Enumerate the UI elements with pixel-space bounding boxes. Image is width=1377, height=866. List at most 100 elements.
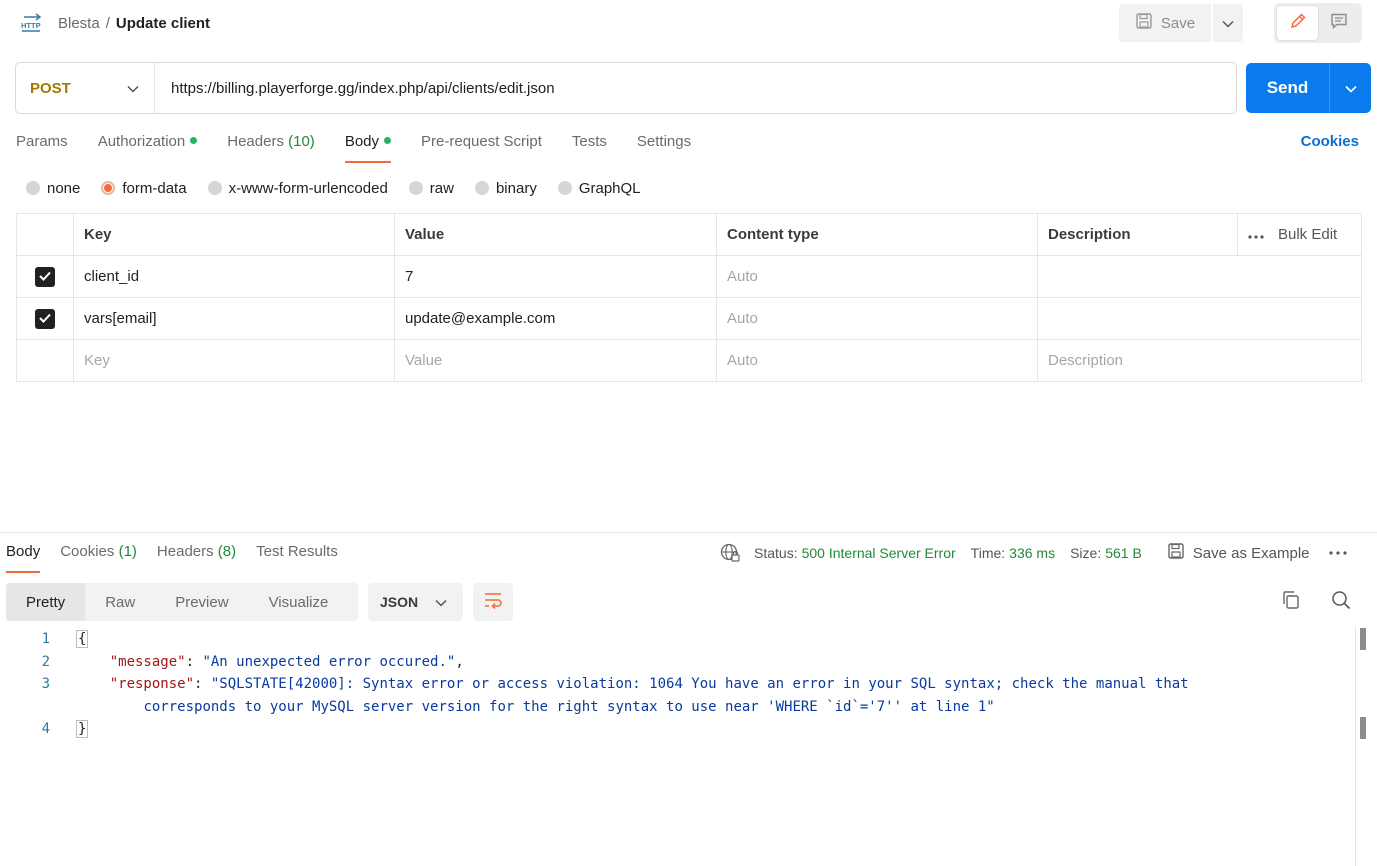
content-type-cell[interactable]: Auto: [716, 297, 1038, 340]
send-options-button[interactable]: [1330, 63, 1371, 113]
value-cell[interactable]: 7: [394, 255, 717, 298]
response-tab-headers[interactable]: Headers (8): [157, 541, 236, 573]
url-bar: POST: [15, 62, 1237, 114]
top-bar: HTTP Blesta / Update client Save: [0, 0, 1377, 48]
save-options-button[interactable]: [1213, 4, 1243, 42]
description-placeholder[interactable]: Description: [1037, 339, 1362, 382]
response-tab-cookies[interactable]: Cookies (1): [60, 541, 137, 573]
save-button[interactable]: Save: [1119, 4, 1211, 42]
radio-button[interactable]: [408, 181, 423, 195]
tab-body[interactable]: Body: [344, 131, 392, 163]
save-label: Save: [1160, 14, 1196, 32]
body-type-raw[interactable]: raw: [408, 179, 454, 197]
save-icon: [1135, 12, 1153, 34]
content-type-cell[interactable]: Auto: [716, 255, 1038, 298]
column-header-content-type: Content type: [716, 213, 1038, 256]
method-select[interactable]: POST: [16, 63, 155, 113]
close-brace: }: [76, 720, 89, 738]
table-row: client_id 7 Auto: [16, 255, 1362, 298]
line-number: 3: [41, 676, 50, 692]
request-title[interactable]: Update client: [116, 15, 210, 32]
tab-prerequest-script[interactable]: Pre-request Script: [421, 131, 542, 163]
response-divider[interactable]: [0, 532, 1377, 533]
tab-params[interactable]: Params: [16, 131, 68, 163]
tab-settings[interactable]: Settings: [637, 131, 691, 163]
line-number: 4: [41, 721, 50, 737]
response-tab-test-results[interactable]: Test Results: [256, 541, 338, 573]
radio-button-selected[interactable]: [101, 181, 116, 195]
row-checkbox[interactable]: [35, 308, 55, 329]
radio-button[interactable]: [207, 181, 222, 195]
key-cell[interactable]: vars[email]: [73, 297, 395, 340]
tab-authorization[interactable]: Authorization: [98, 131, 198, 163]
response-tab-test-results-label: Test Results: [256, 543, 338, 560]
row-checkbox[interactable]: [35, 266, 55, 287]
http-request-icon: HTTP: [20, 13, 44, 35]
scrollbar-marker[interactable]: [1360, 628, 1366, 650]
view-preview[interactable]: Preview: [155, 583, 248, 621]
radio-button[interactable]: [26, 181, 40, 195]
body-type-form-data[interactable]: form-data: [101, 180, 187, 197]
response-tab-body[interactable]: Body: [6, 541, 41, 573]
body-type-graphql[interactable]: GraphQL: [557, 179, 641, 197]
tab-tests[interactable]: Tests: [572, 131, 607, 163]
tab-authorization-label: Authorization: [97, 133, 186, 150]
tab-settings-label: Settings: [636, 133, 692, 150]
edit-mode-button[interactable]: [1277, 6, 1318, 40]
url-input[interactable]: [155, 63, 1236, 113]
open-brace: {: [76, 630, 89, 648]
body-type-raw-label: raw: [429, 179, 454, 197]
copy-button[interactable]: [1280, 591, 1302, 613]
size-value[interactable]: 561 B: [1105, 545, 1142, 561]
json-string: "SQLSTATE[42000]: Syntax error or access…: [210, 676, 1189, 692]
format-select[interactable]: JSON: [368, 583, 463, 621]
description-cell[interactable]: [1037, 297, 1362, 340]
value-placeholder[interactable]: Value: [394, 339, 717, 382]
comment-icon: [1330, 12, 1348, 34]
key-placeholder[interactable]: Key: [73, 339, 395, 382]
search-button[interactable]: [1330, 591, 1352, 613]
active-indicator-dot: [190, 137, 198, 144]
wrap-lines-icon: [483, 591, 503, 613]
status-value[interactable]: 500 Internal Server Error: [802, 545, 956, 561]
content-type-placeholder[interactable]: Auto: [716, 339, 1038, 382]
comments-mode-button[interactable]: [1318, 6, 1359, 40]
row-checkbox-cell: [16, 339, 74, 382]
key-cell[interactable]: client_id: [73, 255, 395, 298]
response-tab-body-label: Body: [6, 543, 41, 560]
send-button[interactable]: Send: [1246, 63, 1330, 113]
value-cell[interactable]: update@example.com: [394, 297, 717, 340]
method-label: POST: [30, 79, 71, 97]
body-type-binary[interactable]: binary: [474, 180, 537, 197]
mode-toggle: [1274, 3, 1362, 43]
size-label: Size:: [1070, 545, 1102, 561]
headers-count: (10): [288, 133, 315, 150]
tab-tests-label: Tests: [571, 133, 607, 150]
time-label: Time:: [970, 545, 1006, 561]
response-code-viewer[interactable]: 1 { 2 "message": "An unexpected error oc…: [0, 628, 1355, 741]
tab-headers[interactable]: Headers (10): [227, 131, 315, 163]
code-line: 2 "message": "An unexpected error occure…: [0, 651, 1355, 674]
more-options-icon[interactable]: [1328, 551, 1347, 555]
breadcrumb-collection[interactable]: Blesta: [58, 15, 100, 32]
description-cell[interactable]: [1037, 255, 1362, 298]
wrap-lines-button[interactable]: [473, 583, 513, 621]
radio-button[interactable]: [557, 181, 572, 195]
view-raw[interactable]: Raw: [85, 583, 155, 621]
view-pretty[interactable]: Pretty: [6, 583, 86, 621]
bulk-edit-button[interactable]: Bulk Edit: [1278, 226, 1337, 243]
body-type-urlencoded[interactable]: x-www-form-urlencoded: [207, 180, 388, 197]
json-string-continued: corresponds to your MySQL server version…: [143, 698, 995, 715]
scrollbar-marker[interactable]: [1360, 717, 1366, 739]
more-options-icon[interactable]: [1248, 226, 1264, 243]
network-globe-icon[interactable]: [720, 543, 740, 563]
body-type-none[interactable]: none: [26, 180, 80, 197]
save-as-example-button[interactable]: Save as Example: [1167, 542, 1310, 564]
cookies-link[interactable]: Cookies: [1301, 133, 1359, 150]
line-number: 2: [41, 653, 50, 670]
view-visualize[interactable]: Visualize: [249, 583, 349, 621]
active-indicator-dot: [384, 137, 392, 144]
time-value[interactable]: 336 ms: [1009, 545, 1055, 561]
body-type-graphql-label: GraphQL: [578, 179, 641, 197]
radio-button[interactable]: [474, 181, 489, 195]
